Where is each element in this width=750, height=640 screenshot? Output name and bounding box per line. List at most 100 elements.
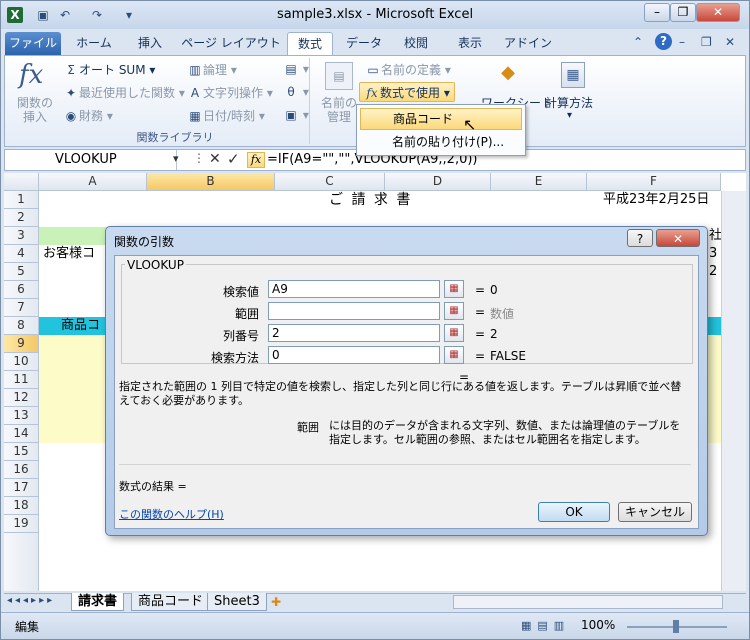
insert-sheet-icon[interactable]: ✚: [271, 595, 281, 609]
calc-options-button[interactable]: 計算方法: [545, 94, 593, 111]
collapse-dialog-icon[interactable]: ▦: [444, 302, 464, 320]
row-header[interactable]: 19: [4, 515, 39, 533]
tab-review[interactable]: 校閲: [395, 32, 437, 55]
cell-f4[interactable]: 3: [709, 245, 717, 263]
tab-data[interactable]: データ: [341, 32, 387, 55]
insert-function-icon[interactable]: fx: [19, 60, 43, 90]
name-manager-button[interactable]: 名前の 管理: [317, 96, 361, 124]
help-icon[interactable]: ?: [655, 33, 672, 50]
arg-eq: =: [475, 327, 486, 341]
watch-window-icon[interactable]: ◆: [493, 62, 523, 88]
column-header-a[interactable]: A: [39, 173, 147, 191]
collapse-dialog-icon[interactable]: ▦: [444, 324, 464, 342]
select-all-corner[interactable]: [4, 173, 39, 191]
row-header[interactable]: 18: [4, 497, 39, 515]
collapse-dialog-icon[interactable]: ▦: [444, 346, 464, 364]
column-header-b[interactable]: B: [147, 173, 275, 191]
wb-minimize-icon[interactable]: –: [679, 35, 685, 49]
restore-button[interactable]: ❐: [670, 3, 696, 22]
use-in-formula-button[interactable]: fx 数式で使用 ▾: [359, 82, 455, 102]
tab-addins[interactable]: アドイン: [503, 32, 553, 55]
arg-input-table-array[interactable]: [268, 302, 440, 320]
column-header-f[interactable]: F: [587, 173, 721, 191]
more-functions-button[interactable]: ▣ ▾: [283, 107, 309, 123]
row-header[interactable]: 3: [4, 227, 39, 245]
menu-item-paste-names[interactable]: 名前の貼り付け(P)...: [360, 132, 522, 154]
sheet-nav-icons[interactable]: ◂◂◂▸▸▸: [7, 595, 55, 606]
name-manager-icon[interactable]: ▤: [325, 62, 353, 90]
row-header[interactable]: 11: [4, 371, 39, 389]
cell-c1-title[interactable]: ご 請 求 書: [329, 191, 412, 209]
row-header[interactable]: 13: [4, 407, 39, 425]
row-header[interactable]: 8: [4, 317, 39, 335]
minimize-button[interactable]: –: [644, 3, 670, 22]
tab-home[interactable]: ホーム: [69, 32, 119, 55]
tab-file[interactable]: ファイル: [5, 32, 61, 55]
sheet-tab-sheet3[interactable]: Sheet3: [207, 593, 267, 611]
row-header[interactable]: 5: [4, 263, 39, 281]
row-header[interactable]: 6: [4, 281, 39, 299]
tab-view[interactable]: 表示: [449, 32, 491, 55]
ok-button[interactable]: OK: [538, 502, 610, 522]
horizontal-scrollbar[interactable]: [453, 595, 723, 609]
expand-icon[interactable]: ⋮: [193, 151, 205, 165]
text-button[interactable]: A 文字列操作 ▾: [187, 84, 273, 101]
cell-f1-date[interactable]: 平成23年2月25日: [603, 191, 709, 209]
recent-functions-button[interactable]: ✦ 最近使用した関数 ▾: [63, 84, 185, 101]
cell-a8-header[interactable]: 商品コ: [61, 317, 100, 335]
cell-f5[interactable]: 2: [709, 263, 717, 281]
row-header[interactable]: 16: [4, 461, 39, 479]
row-header[interactable]: 2: [4, 209, 39, 227]
cancel-icon[interactable]: ✕: [209, 151, 221, 167]
autosum-button[interactable]: Σ オート SUM ▾: [63, 61, 155, 78]
arg-input-lookup-value[interactable]: A9: [268, 280, 440, 298]
enter-icon[interactable]: ✓: [227, 150, 240, 168]
row-header[interactable]: 4: [4, 245, 39, 263]
tab-page-layout[interactable]: ページ レイアウト: [181, 32, 281, 55]
dialog-close-button[interactable]: ✕: [656, 229, 700, 247]
vertical-scrollbar[interactable]: [721, 191, 746, 591]
function-help-link[interactable]: この関数のヘルプ(H): [119, 506, 224, 522]
zoom-level[interactable]: 100%: [581, 618, 615, 632]
cancel-button[interactable]: キャンセル: [618, 502, 692, 522]
financial-button[interactable]: ◉ 財務 ▾: [63, 107, 113, 124]
name-box[interactable]: VLOOKUP: [5, 150, 177, 170]
row-header[interactable]: 9: [4, 335, 39, 353]
sheet-tab-invoice[interactable]: 請求書: [71, 593, 125, 611]
datetime-button[interactable]: ▦ 日付/時刻 ▾: [187, 107, 265, 124]
insert-function-fx-button[interactable]: fx: [247, 152, 265, 168]
calculator-icon[interactable]: ▦: [561, 62, 585, 88]
column-header-d[interactable]: D: [385, 173, 491, 191]
math-button[interactable]: θ ▾: [283, 84, 309, 100]
tab-formulas[interactable]: 数式: [287, 32, 333, 55]
row-header[interactable]: 17: [4, 479, 39, 497]
zoom-slider-thumb[interactable]: [673, 620, 679, 633]
row-header[interactable]: 1: [4, 191, 39, 209]
row-header[interactable]: 14: [4, 425, 39, 443]
close-button[interactable]: ✕: [696, 3, 740, 22]
column-header-c[interactable]: C: [275, 173, 385, 191]
row-header[interactable]: 15: [4, 443, 39, 461]
arg-input-col-index[interactable]: 2: [268, 324, 440, 342]
dialog-help-button[interactable]: ?: [627, 229, 653, 247]
row-header[interactable]: 10: [4, 353, 39, 371]
menu-item-product-code[interactable]: 商品コード: [360, 108, 522, 130]
row-header[interactable]: 7: [4, 299, 39, 317]
wb-close-icon[interactable]: ✕: [725, 35, 735, 49]
cell-a4-customer[interactable]: お客様コ: [43, 245, 95, 263]
logical-button[interactable]: ▥ 論理 ▾: [187, 61, 237, 78]
ribbon-minimize-icon[interactable]: ⌃: [633, 35, 643, 49]
arg-input-range-lookup[interactable]: 0: [268, 346, 440, 364]
insert-function-button[interactable]: 関数の 挿入: [15, 96, 55, 124]
calc-options-arrow-icon[interactable]: ▾: [567, 110, 572, 121]
lookup-button[interactable]: ▤ ▾: [283, 61, 309, 77]
tab-insert[interactable]: 挿入: [127, 32, 173, 55]
define-name-button[interactable]: ▭ 名前の定義 ▾: [365, 61, 451, 78]
sheet-tab-product-code[interactable]: 商品コード: [131, 593, 211, 611]
column-header-e[interactable]: E: [491, 173, 587, 191]
row-header[interactable]: 12: [4, 389, 39, 407]
wb-restore-icon[interactable]: ❐: [701, 35, 712, 49]
collapse-dialog-icon[interactable]: ▦: [444, 280, 464, 298]
namebox-dropdown-icon[interactable]: ▾: [173, 152, 179, 165]
view-buttons-icons[interactable]: ▦▤▥: [521, 619, 570, 632]
